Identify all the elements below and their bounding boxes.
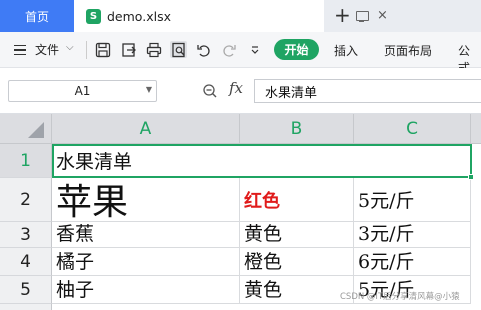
cell-c2[interactable]: 5元/斤	[354, 178, 471, 222]
toolbar-divider	[86, 41, 87, 59]
cell-a2[interactable]: 苹果	[52, 178, 240, 222]
print-icon[interactable]	[145, 41, 162, 58]
cell-c3[interactable]: 3元/斤	[354, 222, 471, 248]
cell-b5[interactable]: 黄色	[240, 276, 354, 304]
cell-b2[interactable]: 红色	[240, 178, 354, 222]
print-preview-icon[interactable]	[170, 41, 187, 58]
monitor-icon[interactable]	[356, 10, 369, 22]
add-tab-icon[interactable]: +	[334, 3, 351, 27]
row-header-1[interactable]: 1	[0, 144, 52, 178]
tab-page-layout[interactable]: 页面布局	[384, 42, 432, 59]
select-all-icon	[28, 122, 44, 138]
title-bar: 首页 S demo.xlsx × +	[0, 0, 481, 32]
export-icon[interactable]	[120, 41, 137, 58]
cell-c1[interactable]	[354, 144, 471, 178]
home-tab[interactable]: 首页	[0, 0, 74, 32]
column-header-c[interactable]: C	[354, 114, 471, 144]
cell-reference: A1	[74, 84, 91, 98]
function-icon[interactable]: fx	[229, 79, 243, 97]
redo-icon[interactable]	[220, 41, 237, 58]
formula-input[interactable]: 水果清单	[254, 79, 481, 103]
close-tab-icon[interactable]: ×	[377, 8, 388, 23]
formula-bar: A1 ▼ fx 水果清单	[0, 68, 481, 114]
spreadsheet-icon: S	[86, 8, 101, 24]
cell-b4[interactable]: 橙色	[240, 248, 354, 276]
watermark: CSDN @IT后分享清风幕@小猿	[340, 292, 460, 302]
toolbar: 文件 ⌵ 开始 插入 页面布局 公式	[0, 32, 481, 75]
file-tab-label: demo.xlsx	[107, 8, 171, 24]
start-tab[interactable]: 开始	[274, 39, 319, 60]
cell-b3[interactable]: 黄色	[240, 222, 354, 248]
undo-icon[interactable]	[195, 41, 212, 58]
cell-a5[interactable]: 柚子	[52, 276, 240, 304]
row-header-2[interactable]: 2	[0, 178, 52, 222]
cell-a3[interactable]: 香蕉	[52, 222, 240, 248]
file-menu[interactable]: 文件	[35, 41, 59, 58]
select-all-corner[interactable]	[0, 114, 52, 144]
zoom-icon[interactable]	[202, 83, 218, 99]
column-header-d[interactable]	[471, 114, 481, 144]
name-box[interactable]: A1 ▼	[8, 80, 157, 102]
more-dropdown-icon[interactable]	[246, 41, 263, 58]
row-header-3[interactable]: 3	[0, 222, 52, 248]
column-header-a[interactable]: A	[52, 114, 240, 144]
menu-icon[interactable]	[14, 45, 26, 55]
tab-insert[interactable]: 插入	[334, 42, 358, 59]
save-icon[interactable]	[94, 41, 111, 58]
column-header-b[interactable]: B	[240, 114, 354, 144]
cell-a4[interactable]: 橘子	[52, 248, 240, 276]
cell-a1[interactable]: 水果清单	[52, 144, 240, 178]
cell-b1[interactable]	[240, 144, 354, 178]
cell-c4[interactable]: 6元/斤	[354, 248, 471, 276]
chevron-down-icon[interactable]: ⌵	[66, 42, 74, 53]
chevron-down-icon[interactable]: ▼	[146, 85, 152, 94]
row-header-4[interactable]: 4	[0, 248, 52, 276]
row-header-6[interactable]	[0, 304, 52, 310]
spreadsheet-grid: A B C 1 2 3 4 5 水果清单 苹果 红色 5元/斤 香蕉 黄色 3元…	[0, 114, 481, 310]
file-tab[interactable]: S demo.xlsx ×	[74, 0, 388, 32]
row-header-5[interactable]: 5	[0, 276, 52, 304]
